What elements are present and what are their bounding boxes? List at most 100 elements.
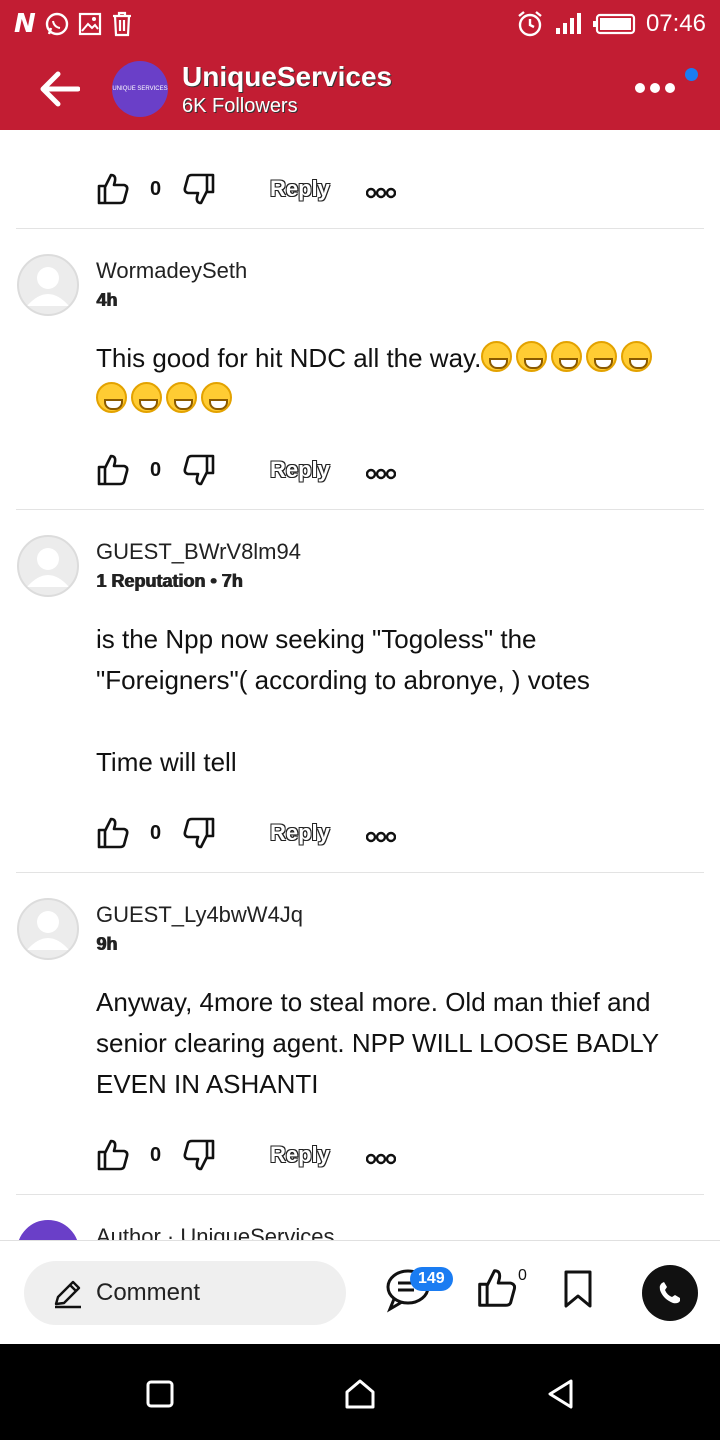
comment-username[interactable]: GUEST_BWrV8lm94: [96, 539, 301, 565]
reply-button[interactable]: Reply: [270, 176, 330, 202]
comment-timestamp: 9h: [96, 934, 118, 954]
thumbs-down-icon: [183, 173, 215, 205]
thumbs-down-icon: [183, 454, 215, 486]
author-label[interactable]: Author · UniqueServices: [96, 1224, 334, 1240]
dislike-button[interactable]: [182, 172, 216, 211]
comment-username[interactable]: WormadeySeth: [96, 258, 247, 284]
divider: [16, 228, 704, 229]
home-button[interactable]: [340, 1374, 380, 1414]
more-actions-button[interactable]: [365, 467, 397, 485]
signal-icon: [555, 13, 581, 34]
comment-actions: 0 Reply: [96, 172, 416, 212]
channel-followers: 6K Followers: [182, 94, 298, 117]
comment-username[interactable]: GUEST_Ly4bwW4Jq: [96, 902, 303, 928]
like-button[interactable]: [96, 172, 130, 211]
channel-logo-text: UNIQUE SERVICES: [112, 85, 168, 92]
dislike-button[interactable]: [182, 816, 216, 855]
like-button[interactable]: [96, 816, 130, 855]
more-horizontal-icon: [365, 831, 397, 843]
more-horizontal-icon: [365, 1153, 397, 1165]
grinning-emoji-icon: [166, 382, 197, 413]
comment-actions: 0 Reply: [96, 453, 416, 493]
divider: [16, 872, 704, 873]
channel-info[interactable]: UniqueServices 6K Followers: [182, 61, 392, 118]
system-nav-bar: [0, 1344, 720, 1440]
pencil-icon: [54, 1280, 81, 1309]
clock: 07:46: [645, 10, 706, 37]
home-icon: [345, 1379, 375, 1409]
comment-text-line: Time will tell: [96, 747, 237, 777]
more-actions-button[interactable]: [365, 186, 397, 204]
comments-list: 0 Reply WormadeySeth 4h This good for hi…: [0, 130, 720, 1240]
like-count: 0: [150, 1144, 162, 1166]
comment-text: Anyway, 4more to steal more. Old man thi…: [96, 982, 696, 1105]
thumbs-down-icon: [183, 1139, 215, 1171]
comment-count-badge: 149: [410, 1267, 453, 1291]
whatsapp-icon: [659, 1282, 680, 1304]
grinning-emoji-icon: [131, 382, 162, 413]
author-avatar[interactable]: [17, 1220, 79, 1240]
comment-label: Comment: [96, 1279, 201, 1306]
user-avatar[interactable]: [17, 535, 79, 597]
like-count: 0: [150, 178, 162, 200]
reply-button[interactable]: Reply: [270, 820, 330, 846]
grinning-emoji-icon: [516, 341, 548, 372]
more-horizontal-icon: [365, 187, 397, 199]
recent-apps-button[interactable]: [140, 1374, 180, 1414]
thumbs-up-icon: [478, 1269, 517, 1307]
user-avatar[interactable]: [17, 254, 79, 316]
like-button[interactable]: [96, 453, 130, 492]
default-user-icon: [27, 548, 69, 587]
app-header: UNIQUE SERVICES UniqueServices 6K Follow…: [0, 48, 720, 130]
whatsapp-icon: [45, 12, 68, 36]
trash-icon: [112, 11, 131, 37]
reply-button[interactable]: Reply: [270, 1142, 330, 1168]
like-count: 0: [150, 822, 162, 844]
channel-avatar[interactable]: UNIQUE SERVICES: [112, 61, 168, 117]
dislike-button[interactable]: [182, 453, 216, 492]
comment-timestamp: 4h: [96, 290, 118, 310]
user-avatar[interactable]: [17, 898, 79, 960]
default-user-icon: [27, 911, 69, 950]
like-count: 0: [150, 459, 162, 481]
grinning-emoji-icon: [201, 382, 232, 413]
more-options-button[interactable]: [630, 70, 680, 106]
default-user-icon: [27, 267, 69, 306]
thumbs-up-icon: [97, 817, 129, 849]
like-button[interactable]: [96, 1138, 130, 1177]
back-button[interactable]: [34, 48, 84, 130]
gallery-icon: [78, 12, 101, 36]
triangle-back-icon: [548, 1379, 573, 1409]
comment-actions: 0 Reply: [96, 816, 416, 856]
grinning-emoji-icon: [551, 341, 583, 372]
comment-timestamp: 1 Reputation • 7h: [96, 571, 243, 591]
square-icon: [146, 1380, 174, 1408]
battery-icon: [592, 13, 636, 35]
comment-input-button[interactable]: Comment: [24, 1261, 346, 1325]
divider: [16, 1194, 704, 1195]
comment-text-line: Anyway, 4more to steal more. Old man thi…: [96, 987, 659, 1099]
more-actions-button[interactable]: [365, 1152, 397, 1170]
grinning-emoji-icon: [481, 341, 513, 372]
comment-actions: 0 Reply: [96, 1138, 416, 1178]
bookmark-button[interactable]: [562, 1269, 594, 1314]
thumbs-up-icon: [97, 454, 129, 486]
dislike-button[interactable]: [182, 1138, 216, 1177]
reply-button[interactable]: Reply: [270, 457, 330, 483]
whatsapp-share-button[interactable]: [642, 1265, 698, 1321]
channel-name: UniqueServices: [182, 60, 393, 92]
more-horizontal-icon: [635, 83, 675, 93]
thumbs-up-icon: [97, 173, 129, 205]
more-actions-button[interactable]: [365, 830, 397, 848]
app-n-icon: N: [14, 9, 36, 39]
grinning-emoji-icon: [96, 382, 127, 413]
comment-text: This good for hit NDC all the way.: [96, 338, 696, 420]
bookmark-icon: [564, 1270, 592, 1308]
article-like-button[interactable]: [476, 1267, 518, 1314]
arrow-left-icon: [40, 71, 80, 107]
notification-dot: [685, 68, 698, 81]
back-nav-button[interactable]: [540, 1374, 580, 1414]
status-bar: N 07:46: [0, 0, 720, 48]
bottom-action-bar: Comment 149 0: [0, 1240, 720, 1344]
grinning-emoji-icon: [586, 341, 618, 372]
